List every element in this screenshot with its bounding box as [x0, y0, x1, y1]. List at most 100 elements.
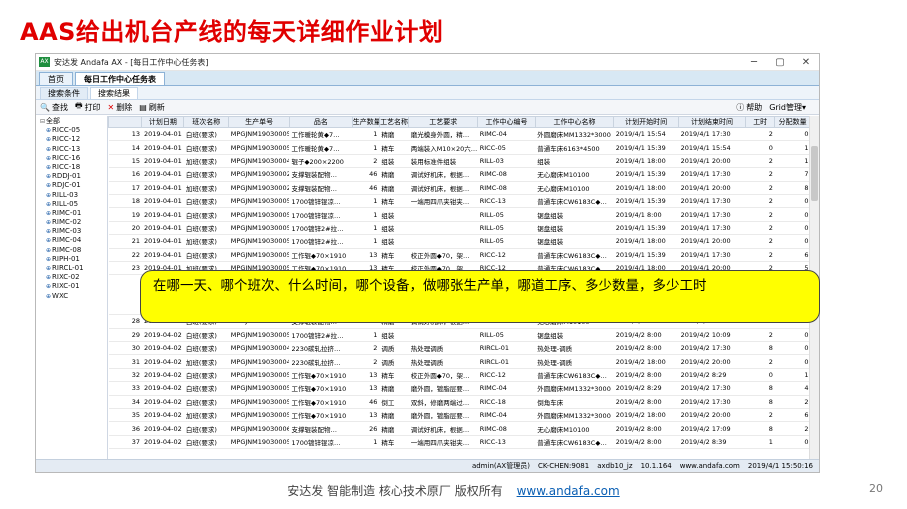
table-row[interactable]: 31 2019-04-02 加班(要求) MPGJNM190300047 2230碳轧拉… [108, 354, 811, 369]
table-row[interactable]: 17 2019-04-01 加班(要求) MPGJNM190300025 支撑辊装配物…… [108, 181, 811, 195]
table-row[interactable]: 22 2019-04-01 白班(要求) MPGJNM190300052 工作辊◆70×… [108, 248, 811, 262]
tree-item[interactable]: ⊕RDDJ-01 [36, 172, 107, 181]
tree-item[interactable]: ⊕RIRCL-01 [36, 264, 107, 273]
tree-item[interactable]: ⊕RIPH-01 [36, 255, 107, 264]
tree-item[interactable]: ⊕RILL-05 [36, 200, 107, 209]
footer-link[interactable]: www.andafa.com [517, 484, 620, 498]
table-cell: 29 [108, 328, 142, 343]
tree-item[interactable]: ⊕RIMC-03 [36, 227, 107, 236]
node-icon[interactable]: ⊕ [46, 192, 51, 199]
column-header[interactable]: 分配数量 [774, 116, 811, 128]
annotation-callout: 在哪一天、哪个班次、什么时间，哪个设备，做哪张生产单，哪道工序、多少数量，多少工… [140, 270, 820, 323]
column-header[interactable]: 品名 [288, 116, 353, 128]
table-row[interactable]: 21 2019-04-01 加班(要求) MPGJNM190300059 1700镀锌2… [108, 234, 811, 249]
print-button[interactable]: 🖶 打印 [75, 100, 101, 114]
work-center-tree[interactable]: ⊟全部 ⊕RICC-05 ⊕RICC-12 ⊕RICC-13 ⊕RICC-16 ⊕RICC… [36, 116, 108, 459]
column-header[interactable]: 工作中心名称 [534, 116, 615, 128]
node-icon[interactable]: ⊕ [46, 182, 51, 189]
table-row[interactable]: 15 2019-04-01 加班(要求) MPGJNM190300042 辊子◆200×… [108, 154, 811, 169]
maximize-icon[interactable]: ▢ [767, 54, 793, 71]
table-row[interactable]: 18 2019-04-01 白班(要求) MPGJNM190300058 1700镀锌锟… [108, 194, 811, 209]
node-icon[interactable]: ⊕ [46, 293, 51, 300]
table-row[interactable]: 33 2019-04-02 白班(要求) MPGJNM190300052 工作辊◆70×… [108, 381, 811, 396]
node-icon[interactable]: ⊕ [46, 237, 51, 244]
node-icon[interactable]: ⊕ [46, 155, 51, 162]
tab-home[interactable]: 首页 [39, 72, 73, 85]
grid-manage-button[interactable]: Grid管理 ▾ [769, 102, 808, 113]
tree-item[interactable]: ⊟全部 [36, 117, 107, 126]
table-row[interactable]: 32 2019-04-02 白班(要求) MPGJNM190300052 工作辊◆70×… [108, 368, 811, 383]
node-icon[interactable]: ⊕ [46, 256, 51, 263]
table-row[interactable]: 37 2019-04-02 白班(要求) MPGJNM190300058 1700镀锌锟… [108, 435, 811, 450]
tree-item[interactable]: ⊕RICC-05 [36, 126, 107, 135]
table-row[interactable]: 16 2019-04-01 白班(要求) MPGJNM190300025 支撑辊装配物…… [108, 167, 811, 182]
column-header[interactable]: 计划结束时间 [678, 116, 747, 128]
tab-search-conditions[interactable]: 搜索条件 [40, 87, 88, 99]
column-header[interactable]: 班次名称 [183, 116, 230, 128]
node-icon[interactable]: ⊕ [46, 201, 51, 208]
tree-item[interactable]: ⊕RICC-16 [36, 154, 107, 163]
status-db: axdb10_jz [597, 462, 633, 470]
scrollbar-thumb[interactable] [811, 146, 818, 201]
tree-item[interactable]: ⊕RICC-12 [36, 135, 107, 144]
tree-item[interactable]: ⊕RIXC-02 [36, 273, 107, 282]
table-row[interactable]: 14 2019-04-01 白班(要求) MPGJNM190300051 工作暖轮黄◆7… [108, 140, 811, 155]
table-row[interactable]: 34 2019-04-02 白班(要求) MPGJNM190300052 工作辊◆70×… [108, 395, 811, 410]
node-icon[interactable]: ⊕ [46, 283, 51, 290]
column-header[interactable]: 工艺要求 [408, 116, 479, 128]
tree-item[interactable]: ⊕RIMC-01 [36, 209, 107, 218]
column-header[interactable]: 工作中心编号 [477, 116, 536, 128]
table-row[interactable]: 19 2019-04-01 白班(要求) MPGJNM190300059 1700镀锌锟… [108, 207, 811, 222]
column-header[interactable]: 工时 [745, 116, 776, 128]
table-cell: RILL-05 [477, 234, 536, 249]
table-row[interactable]: 20 2019-04-01 白班(要求) MPGJNM190300059 1700镀锌2… [108, 221, 811, 236]
tree-item[interactable]: ⊕RICC-13 [36, 145, 107, 154]
table-cell: 白班(要求) [183, 167, 229, 182]
help-button[interactable]: ⓘ 帮助 [736, 102, 762, 113]
column-header[interactable]: 生产数量 [351, 116, 380, 128]
node-icon[interactable]: ⊕ [46, 210, 51, 217]
table-row[interactable]: 36 2019-04-02 白班(要求) MPGJNM190300060 支撑辊装配物…… [108, 421, 811, 436]
minimize-icon[interactable]: ─ [741, 54, 767, 71]
table-cell: 2019/4/2 17:30 [678, 341, 746, 356]
node-icon[interactable]: ⊕ [46, 228, 51, 235]
node-icon[interactable]: ⊕ [46, 164, 51, 171]
tree-item[interactable]: ⊕RIMC-08 [36, 246, 107, 255]
table-row[interactable]: 29 2019-04-02 白班(要求) MPGJNM190300059 1700镀锌2… [108, 328, 811, 343]
node-icon[interactable]: ⊕ [46, 136, 51, 143]
delete-button[interactable]: ✕ 删除 [108, 102, 133, 113]
tree-item[interactable]: ⊕RDJC-01 [36, 181, 107, 190]
column-header[interactable]: 计划开始时间 [613, 116, 680, 128]
tree-item[interactable]: ⊕RIXC-01 [36, 282, 107, 291]
column-header[interactable]: 生产单号 [228, 116, 290, 128]
node-icon[interactable]: ⊕ [46, 265, 51, 272]
search-button[interactable]: 🔍 查找 [40, 102, 68, 113]
table-row[interactable]: 35 2019-04-02 加班(要求) MPGJNM190300052 工作辊◆70×… [108, 408, 811, 423]
tree-item[interactable]: ⊕RIMC-02 [36, 218, 107, 227]
tab-daily-task[interactable]: 每日工作中心任务表 [75, 72, 165, 85]
tree-item[interactable]: ⊕WXC [36, 292, 107, 301]
node-icon[interactable]: ⊕ [46, 146, 51, 153]
node-icon[interactable]: ⊕ [46, 247, 51, 254]
table-cell: 热处理-调质 [535, 341, 614, 356]
column-header[interactable] [108, 116, 143, 128]
collapse-icon[interactable]: ⊟ [40, 118, 45, 125]
table-cell: RICC-12 [477, 248, 536, 262]
close-icon[interactable]: ✕ [793, 54, 819, 71]
table-cell: 外圆磨床MM1332*3000 [535, 408, 614, 423]
node-icon[interactable]: ⊕ [46, 127, 51, 134]
tree-item[interactable]: ⊕RICC-18 [36, 163, 107, 172]
table-row[interactable]: 30 2019-04-02 白班(要求) MPGJNM190300047 2230碳轧拉… [108, 341, 811, 356]
node-icon[interactable]: ⊕ [46, 219, 51, 226]
node-icon[interactable]: ⊕ [46, 274, 51, 281]
node-icon[interactable]: ⊕ [46, 173, 51, 180]
tab-search-results[interactable]: 搜索结果 [90, 87, 138, 99]
tree-item[interactable]: ⊕RILL-03 [36, 191, 107, 200]
refresh-button[interactable]: ▤ 刷新 [139, 102, 165, 113]
table-cell: RILL-05 [477, 328, 536, 343]
table-row[interactable]: 13 2019-04-01 白班(要求) MPGJNM190300051 工作暖轮黄◆7… [108, 127, 811, 142]
column-header[interactable]: 计划日期 [141, 116, 185, 128]
table-cell: RIRCL-01 [477, 354, 536, 369]
tree-item[interactable]: ⊕RIMC-04 [36, 236, 107, 245]
column-header[interactable]: 工艺名称 [378, 116, 410, 128]
